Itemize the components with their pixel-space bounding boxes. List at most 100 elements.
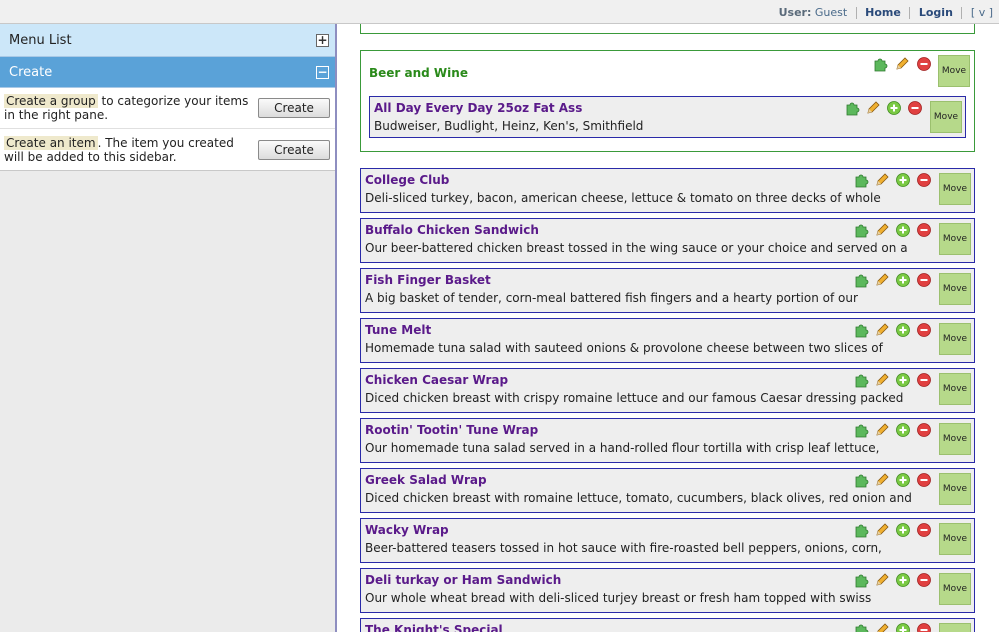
pencil-icon[interactable] xyxy=(865,100,881,116)
pencil-icon[interactable] xyxy=(874,522,890,538)
add-circle-icon[interactable] xyxy=(895,472,911,488)
puzzle-icon[interactable] xyxy=(853,272,869,288)
puzzle-icon[interactable] xyxy=(872,56,888,72)
move-button[interactable]: Move xyxy=(939,173,971,205)
item-description: Beer-battered teasers tossed in hot sauc… xyxy=(365,541,882,555)
remove-circle-icon[interactable] xyxy=(916,572,932,588)
login-link[interactable]: Login xyxy=(919,6,953,19)
menu-list-header[interactable]: Menu List + xyxy=(0,24,335,57)
remove-circle-icon[interactable] xyxy=(916,272,932,288)
home-link[interactable]: Home xyxy=(865,6,901,19)
remove-circle-icon[interactable] xyxy=(916,56,932,72)
view-toggle-link[interactable]: [ v ] xyxy=(971,6,993,19)
item-controls xyxy=(853,172,932,188)
item-name: All Day Every Day 25oz Fat Ass xyxy=(374,101,583,115)
menu-list-title: Menu List xyxy=(9,32,72,48)
remove-circle-icon[interactable] xyxy=(916,172,932,188)
previous-group-box xyxy=(360,24,975,34)
move-button[interactable]: Move xyxy=(939,223,971,255)
puzzle-icon[interactable] xyxy=(853,322,869,338)
top-bar: User: Guest Home Login [ v ] xyxy=(0,0,999,24)
item-description: Our homemade tuna salad served in a hand… xyxy=(365,441,880,455)
pencil-icon[interactable] xyxy=(874,222,890,238)
item-description: Diced chicken breast with romaine lettuc… xyxy=(365,491,912,505)
create-panel: Create a group to categorize your items … xyxy=(0,88,335,171)
move-button[interactable]: Move xyxy=(939,523,971,555)
add-circle-icon[interactable] xyxy=(895,372,911,388)
remove-circle-icon[interactable] xyxy=(907,100,923,116)
item-controls xyxy=(844,100,923,116)
item-controls xyxy=(853,272,932,288)
user-name: Guest xyxy=(814,6,848,19)
add-circle-icon[interactable] xyxy=(895,622,911,632)
add-circle-icon[interactable] xyxy=(895,272,911,288)
move-button[interactable]: Move xyxy=(939,573,971,605)
move-button[interactable]: Move xyxy=(939,623,971,632)
move-button[interactable]: Move xyxy=(939,473,971,505)
puzzle-icon[interactable] xyxy=(853,422,869,438)
create-group-button[interactable]: Create xyxy=(258,98,330,118)
pencil-icon[interactable] xyxy=(874,372,890,388)
item-description: A big basket of tender, corn-meal batter… xyxy=(365,291,858,305)
puzzle-icon[interactable] xyxy=(853,522,869,538)
move-button[interactable]: Move xyxy=(930,101,962,133)
remove-circle-icon[interactable] xyxy=(916,322,932,338)
puzzle-icon[interactable] xyxy=(853,222,869,238)
remove-circle-icon[interactable] xyxy=(916,522,932,538)
pencil-icon[interactable] xyxy=(894,56,910,72)
add-circle-icon[interactable] xyxy=(895,322,911,338)
puzzle-icon[interactable] xyxy=(853,472,869,488)
pencil-icon[interactable] xyxy=(874,472,890,488)
remove-circle-icon[interactable] xyxy=(916,422,932,438)
create-group-text: Create a group to categorize your items … xyxy=(4,94,249,122)
menu-item: Buffalo Chicken Sandwich Our beer-battere… xyxy=(360,218,975,263)
add-circle-icon[interactable] xyxy=(895,172,911,188)
move-button[interactable]: Move xyxy=(939,373,971,405)
menu-item: College Club Deli-sliced turkey, bacon, a… xyxy=(360,168,975,213)
add-circle-icon[interactable] xyxy=(895,422,911,438)
item-description: Homemade tuna salad with sauteed onions … xyxy=(365,341,883,355)
group-beer-and-wine: Beer and Wine Move All Day Every Day 25o… xyxy=(360,50,975,152)
puzzle-icon[interactable] xyxy=(853,572,869,588)
add-circle-icon[interactable] xyxy=(895,572,911,588)
remove-circle-icon[interactable] xyxy=(916,372,932,388)
pencil-icon[interactable] xyxy=(874,322,890,338)
expand-icon[interactable]: + xyxy=(316,33,329,47)
remove-circle-icon[interactable] xyxy=(916,472,932,488)
create-group-row: Create a group to categorize your items … xyxy=(0,88,335,129)
puzzle-icon[interactable] xyxy=(853,622,869,632)
create-header[interactable]: Create − xyxy=(0,57,335,88)
pencil-icon[interactable] xyxy=(874,572,890,588)
add-circle-icon[interactable] xyxy=(895,222,911,238)
pencil-icon[interactable] xyxy=(874,622,890,632)
collapse-icon[interactable]: − xyxy=(316,65,329,79)
item-name: The Knight's Special xyxy=(365,623,503,632)
remove-circle-icon[interactable] xyxy=(916,622,932,632)
puzzle-icon[interactable] xyxy=(844,100,860,116)
puzzle-icon[interactable] xyxy=(853,172,869,188)
create-item-row: Create an item. The item you created wil… xyxy=(0,129,335,170)
menu-item: Deli turkay or Ham Sandwich Our whole whe… xyxy=(360,568,975,613)
create-item-button[interactable]: Create xyxy=(258,139,330,160)
divider xyxy=(961,7,963,19)
add-circle-icon[interactable] xyxy=(886,100,902,116)
pencil-icon[interactable] xyxy=(874,172,890,188)
divider xyxy=(909,7,911,19)
move-button[interactable]: Move xyxy=(939,273,971,305)
item-controls xyxy=(853,522,932,538)
menu-item: Chicken Caesar Wrap Diced chicken breast … xyxy=(360,368,975,413)
move-button[interactable]: Move xyxy=(939,323,971,355)
move-button[interactable]: Move xyxy=(938,55,970,87)
menu-item: Greek Salad Wrap Diced chicken breast wit… xyxy=(360,468,975,513)
remove-circle-icon[interactable] xyxy=(916,222,932,238)
pencil-icon[interactable] xyxy=(874,422,890,438)
item-name: Fish Finger Basket xyxy=(365,273,491,287)
group-title: Beer and Wine xyxy=(369,66,468,80)
create-group-highlight: Create a group xyxy=(4,94,98,108)
item-name: Greek Salad Wrap xyxy=(365,473,487,487)
add-circle-icon[interactable] xyxy=(895,522,911,538)
move-button[interactable]: Move xyxy=(939,423,971,455)
menu-item: Wacky Wrap Beer-battered teasers tossed i… xyxy=(360,518,975,563)
pencil-icon[interactable] xyxy=(874,272,890,288)
puzzle-icon[interactable] xyxy=(853,372,869,388)
